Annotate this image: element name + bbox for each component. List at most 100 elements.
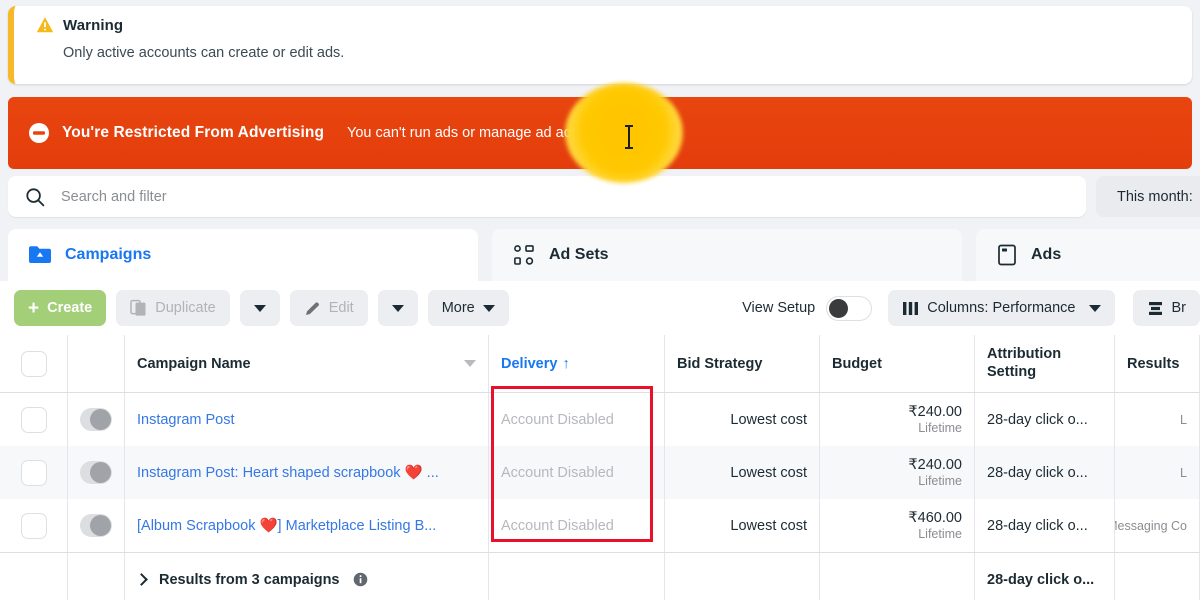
breakdown-button[interactable]: Br — [1132, 290, 1200, 326]
warning-card: Warning Only active accounts can create … — [8, 6, 1192, 84]
budget-type: Lifetime — [918, 421, 962, 435]
attribution-cell: 28-day click o... — [975, 499, 1115, 552]
more-button-label: More — [441, 300, 475, 316]
plus-icon: + — [28, 297, 40, 319]
chevron-down-icon — [253, 304, 266, 312]
tab-ads[interactable]: Ads — [976, 229, 1200, 281]
results-header[interactable]: Results — [1115, 335, 1200, 392]
results-cell: L — [1115, 393, 1200, 446]
table-row[interactable]: Instagram Post: Heart shaped scrapbook ❤… — [0, 446, 1200, 499]
breakdown-bars-icon — [1148, 301, 1162, 315]
row-select-cell[interactable] — [0, 499, 68, 552]
warning-message: Only active accounts can create or edit … — [63, 45, 345, 61]
duplicate-dropdown-button[interactable] — [239, 290, 280, 326]
grid-four-squares-icon — [514, 245, 534, 265]
select-all-header[interactable] — [0, 335, 68, 392]
campaign-name-cell[interactable]: [Album Scrapbook ❤️] Marketplace Listing… — [125, 499, 489, 552]
toggle-knob — [829, 298, 849, 318]
table-header-row: Campaign Name Delivery ↑ Bid Strategy Bu… — [0, 335, 1200, 393]
bid-strategy-header-label: Bid Strategy — [677, 355, 763, 372]
sort-ascending-icon: ↑ — [562, 355, 570, 372]
summary-bid-cell — [665, 553, 820, 600]
duplicate-pages-icon — [130, 299, 146, 316]
restriction-title: You're Restricted From Advertising — [62, 124, 325, 141]
row-status-cell[interactable] — [68, 393, 125, 446]
warning-header: Warning — [36, 16, 1192, 34]
budget-cell: ₹240.00 Lifetime — [820, 446, 975, 499]
tab-campaigns[interactable]: Campaigns — [8, 229, 478, 281]
row-checkbox[interactable] — [20, 406, 47, 433]
campaigns-folder-icon — [29, 246, 51, 263]
campaign-status-toggle[interactable] — [80, 514, 112, 537]
columns-bars-icon — [903, 301, 919, 315]
tab-ad-sets-label: Ad Sets — [549, 246, 609, 263]
bid-strategy-header[interactable]: Bid Strategy — [665, 335, 820, 392]
summary-label: Results from 3 campaigns — [159, 571, 340, 588]
info-circle-icon[interactable] — [353, 572, 368, 587]
budget-amount: ₹460.00 — [908, 510, 962, 526]
campaign-name-link[interactable]: [Album Scrapbook ❤️] Marketplace Listing… — [137, 517, 436, 534]
bid-strategy-cell: Lowest cost — [665, 446, 820, 499]
campaign-name-cell[interactable]: Instagram Post: Heart shaped scrapbook ❤… — [125, 446, 489, 499]
columns-button[interactable]: Columns: Performance — [888, 290, 1115, 326]
more-button[interactable]: More — [427, 290, 509, 326]
actions-toolbar: + Create Duplicate Edit More View Setup … — [0, 281, 1200, 335]
view-setup-toggle[interactable]: View Setup — [742, 295, 873, 321]
campaign-name-cell[interactable]: Instagram Post — [125, 393, 489, 446]
chevron-down-icon — [391, 304, 404, 312]
attribution-setting-header[interactable]: Attribution Setting — [975, 335, 1115, 392]
ads-manager-page: Warning Only active accounts can create … — [0, 0, 1200, 600]
delivery-cell: Account Disabled — [489, 446, 665, 499]
table-row[interactable]: Instagram Post Account Disabled Lowest c… — [0, 393, 1200, 446]
row-checkbox[interactable] — [20, 512, 47, 539]
view-setup-switch[interactable] — [826, 295, 873, 321]
summary-label-cell[interactable]: Results from 3 campaigns — [125, 553, 489, 600]
date-range-filter[interactable]: This month: — [1096, 176, 1200, 217]
edit-button-label: Edit — [328, 300, 354, 316]
edit-dropdown-button[interactable] — [377, 290, 418, 326]
edit-button[interactable]: Edit — [289, 290, 368, 326]
attribution-cell: 28-day click o... — [975, 446, 1115, 499]
entity-tabs: Campaigns Ad Sets Ads — [8, 229, 1200, 281]
toggle-knob — [90, 409, 111, 430]
block-circle-icon — [29, 123, 49, 143]
summary-delivery-cell — [489, 553, 665, 600]
row-status-cell[interactable] — [68, 499, 125, 552]
campaign-status-toggle[interactable] — [80, 408, 112, 431]
summary-select-cell — [0, 553, 68, 600]
campaign-status-toggle[interactable] — [80, 461, 112, 484]
table-row[interactable]: [Album Scrapbook ❤️] Marketplace Listing… — [0, 499, 1200, 552]
campaign-name-link[interactable]: Instagram Post: Heart shaped scrapbook ❤… — [137, 464, 439, 481]
select-all-checkbox[interactable] — [20, 350, 47, 377]
create-button[interactable]: + Create — [14, 290, 107, 326]
campaign-name-header[interactable]: Campaign Name — [125, 335, 489, 392]
search-placeholder: Search and filter — [61, 188, 167, 205]
results-cell: L — [1115, 446, 1200, 499]
bid-strategy-cell: Lowest cost — [665, 499, 820, 552]
tab-ads-label: Ads — [1031, 246, 1062, 263]
search-input[interactable]: Search and filter — [8, 176, 1086, 217]
row-checkbox[interactable] — [20, 459, 47, 486]
columns-button-label: Columns: Performance — [927, 300, 1076, 316]
campaign-name-link[interactable]: Instagram Post — [137, 412, 235, 428]
summary-attribution-cell: 28-day click o... — [975, 553, 1115, 600]
duplicate-button[interactable]: Duplicate — [116, 290, 230, 326]
view-setup-label: View Setup — [742, 300, 816, 316]
chevron-down-icon[interactable] — [464, 360, 476, 367]
row-select-cell[interactable] — [0, 393, 68, 446]
summary-row: Results from 3 campaigns 28-day click o.… — [0, 552, 1200, 600]
i-beam-text-cursor — [625, 125, 633, 149]
budget-header[interactable]: Budget — [820, 335, 975, 392]
chevron-right-icon[interactable] — [135, 573, 148, 586]
tab-ad-sets[interactable]: Ad Sets — [492, 229, 962, 281]
row-select-cell[interactable] — [0, 446, 68, 499]
warning-title: Warning — [63, 16, 124, 34]
budget-amount: ₹240.00 — [908, 457, 962, 473]
row-status-cell[interactable] — [68, 446, 125, 499]
status-toggle-header — [68, 335, 125, 392]
delivery-cell: Account Disabled — [489, 499, 665, 552]
summary-budget-cell — [820, 553, 975, 600]
delivery-header[interactable]: Delivery ↑ — [489, 335, 665, 392]
breakdown-button-label: Br — [1171, 300, 1187, 316]
budget-header-label: Budget — [832, 355, 882, 372]
